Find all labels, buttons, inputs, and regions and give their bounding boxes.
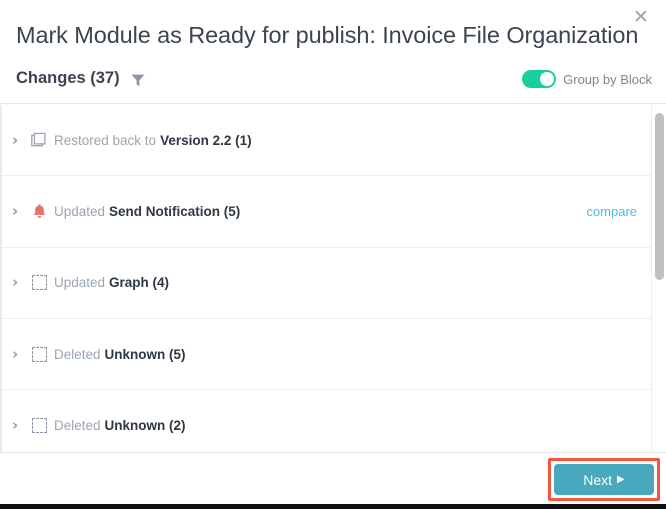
row-target-label: Version 2.2 (1): [160, 132, 252, 148]
group-by-block-control[interactable]: Group by Block: [522, 70, 652, 88]
bottom-edge-bar: [0, 504, 666, 509]
scrollbar-thumb[interactable]: [655, 113, 664, 280]
compare-link[interactable]: compare: [586, 204, 637, 219]
next-button[interactable]: Next ▶: [554, 464, 654, 495]
changes-list: › Restored back to Version 2.2 (1) › Upd…: [0, 105, 666, 452]
table-row[interactable]: › Deleted Unknown (5): [2, 318, 666, 391]
page-title: Mark Module as Ready for publish: Invoic…: [16, 22, 639, 48]
table-row[interactable]: › Deleted Unknown (2): [2, 390, 666, 452]
toggle-knob: [540, 72, 555, 86]
list-scrollbar[interactable]: [651, 105, 666, 452]
row-target-label: Unknown (5): [104, 346, 186, 362]
bell-icon: [26, 203, 52, 220]
row-action-label: Updated: [54, 275, 106, 291]
modal-footer: Next ▶: [0, 452, 666, 504]
expand-chevron-icon[interactable]: ›: [12, 417, 26, 433]
row-action-label: Updated: [54, 203, 106, 219]
table-row[interactable]: › Restored back to Version 2.2 (1): [2, 105, 666, 177]
modal-header: ✕ Mark Module as Ready for publish: Invo…: [0, 0, 666, 104]
change-review-modal: ✕ Mark Module as Ready for publish: Invo…: [0, 0, 666, 509]
row-label: Deleted Unknown (2): [54, 418, 186, 433]
row-target-label: Send Notification (5): [109, 203, 241, 219]
expand-chevron-icon[interactable]: ›: [12, 346, 26, 362]
placeholder-icon: [26, 346, 52, 362]
table-row[interactable]: › Updated Graph (4): [2, 247, 666, 319]
placeholder-icon: [26, 275, 52, 291]
group-by-block-label: Group by Block: [563, 71, 652, 87]
row-action-label: Deleted: [54, 346, 101, 362]
expand-chevron-icon[interactable]: ›: [12, 203, 26, 219]
row-action-label: Deleted: [54, 417, 101, 433]
changes-count-label: Changes (37): [16, 69, 120, 87]
next-button-label: Next: [583, 471, 613, 488]
table-row[interactable]: › Updated Send Notification (5) compare: [2, 176, 666, 248]
group-by-block-toggle[interactable]: [522, 70, 557, 88]
layers-icon: [26, 132, 52, 149]
expand-chevron-icon[interactable]: ›: [12, 132, 26, 148]
subheader-bar: Changes (37) Group by Block: [0, 68, 666, 98]
row-target-label: Graph (4): [109, 275, 170, 291]
row-action-label: Restored back to: [54, 132, 157, 148]
chevron-right-icon: ▶: [617, 473, 625, 485]
filter-icon[interactable]: [130, 72, 146, 88]
row-label: Restored back to Version 2.2 (1): [54, 133, 252, 148]
row-label: Deleted Unknown (5): [54, 347, 186, 362]
row-target-label: Unknown (2): [104, 417, 186, 433]
row-label: Updated Send Notification (5): [54, 204, 240, 219]
row-label: Updated Graph (4): [54, 275, 169, 290]
expand-chevron-icon[interactable]: ›: [12, 275, 26, 290]
placeholder-icon: [26, 417, 52, 433]
